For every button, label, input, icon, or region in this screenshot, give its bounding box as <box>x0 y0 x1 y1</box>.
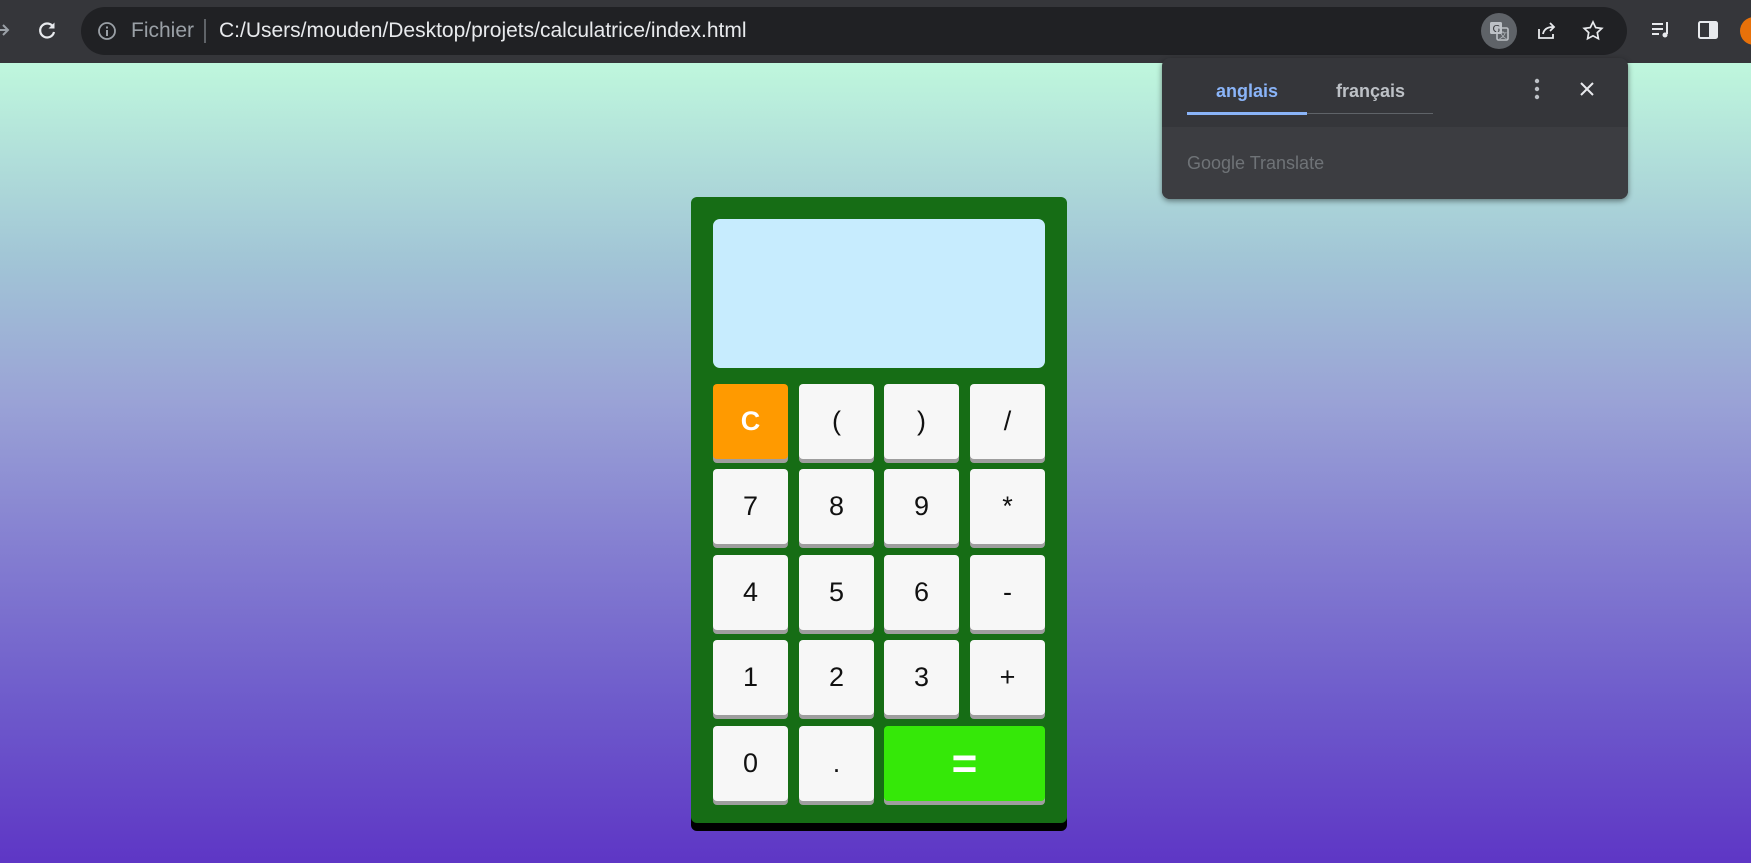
three-button[interactable]: 3 <box>884 640 959 715</box>
svg-text:文: 文 <box>1499 30 1507 40</box>
share-icon[interactable] <box>1529 13 1565 49</box>
translate-icon[interactable]: G文 <box>1481 13 1517 49</box>
info-icon[interactable] <box>96 20 118 42</box>
translate-popup: anglais français Google Translate <box>1162 58 1628 199</box>
bookmark-star-icon[interactable] <box>1575 13 1611 49</box>
divide-button[interactable]: / <box>970 384 1045 459</box>
equals-button[interactable]: = <box>884 726 1045 801</box>
url-text[interactable]: C:/Users/mouden/Desktop/projets/calculat… <box>219 7 747 55</box>
browser-toolbar: Fichier C:/Users/mouden/Desktop/projets/… <box>0 0 1751 63</box>
minus-button[interactable]: - <box>970 555 1045 630</box>
side-panel-icon[interactable] <box>1692 14 1724 46</box>
close-icon[interactable] <box>1572 74 1602 104</box>
profile-avatar[interactable] <box>1740 17 1751 45</box>
active-tab-indicator <box>1187 112 1307 115</box>
one-button[interactable]: 1 <box>713 640 788 715</box>
seven-button[interactable]: 7 <box>713 469 788 544</box>
eight-button[interactable]: 8 <box>799 469 874 544</box>
calculator: C ( ) / 7 8 9 * 4 5 6 - 1 2 3 + 0 . = <box>691 197 1067 823</box>
more-options-icon[interactable] <box>1522 74 1552 104</box>
four-button[interactable]: 4 <box>713 555 788 630</box>
calculator-display[interactable] <box>713 219 1045 368</box>
multiply-button[interactable]: * <box>970 469 1045 544</box>
decimal-button[interactable]: . <box>799 726 874 801</box>
address-bar[interactable]: Fichier C:/Users/mouden/Desktop/projets/… <box>81 7 1627 55</box>
clear-button[interactable]: C <box>713 384 788 459</box>
scheme-label: Fichier <box>131 19 195 42</box>
forward-icon[interactable] <box>0 14 18 46</box>
plus-button[interactable]: + <box>970 640 1045 715</box>
two-button[interactable]: 2 <box>799 640 874 715</box>
omnibox-separator <box>204 19 206 43</box>
six-button[interactable]: 6 <box>884 555 959 630</box>
reload-icon[interactable] <box>31 14 63 46</box>
tab-divider <box>1307 113 1433 114</box>
tab-source-language[interactable]: anglais <box>1216 81 1278 102</box>
tab-target-language[interactable]: français <box>1336 81 1405 102</box>
translate-footer: Google Translate <box>1162 127 1628 199</box>
five-button[interactable]: 5 <box>799 555 874 630</box>
nine-button[interactable]: 9 <box>884 469 959 544</box>
open-paren-button[interactable]: ( <box>799 384 874 459</box>
close-paren-button[interactable]: ) <box>884 384 959 459</box>
google-translate-brand: Google Translate <box>1187 153 1325 173</box>
zero-button[interactable]: 0 <box>713 726 788 801</box>
reading-list-icon[interactable] <box>1645 14 1677 46</box>
